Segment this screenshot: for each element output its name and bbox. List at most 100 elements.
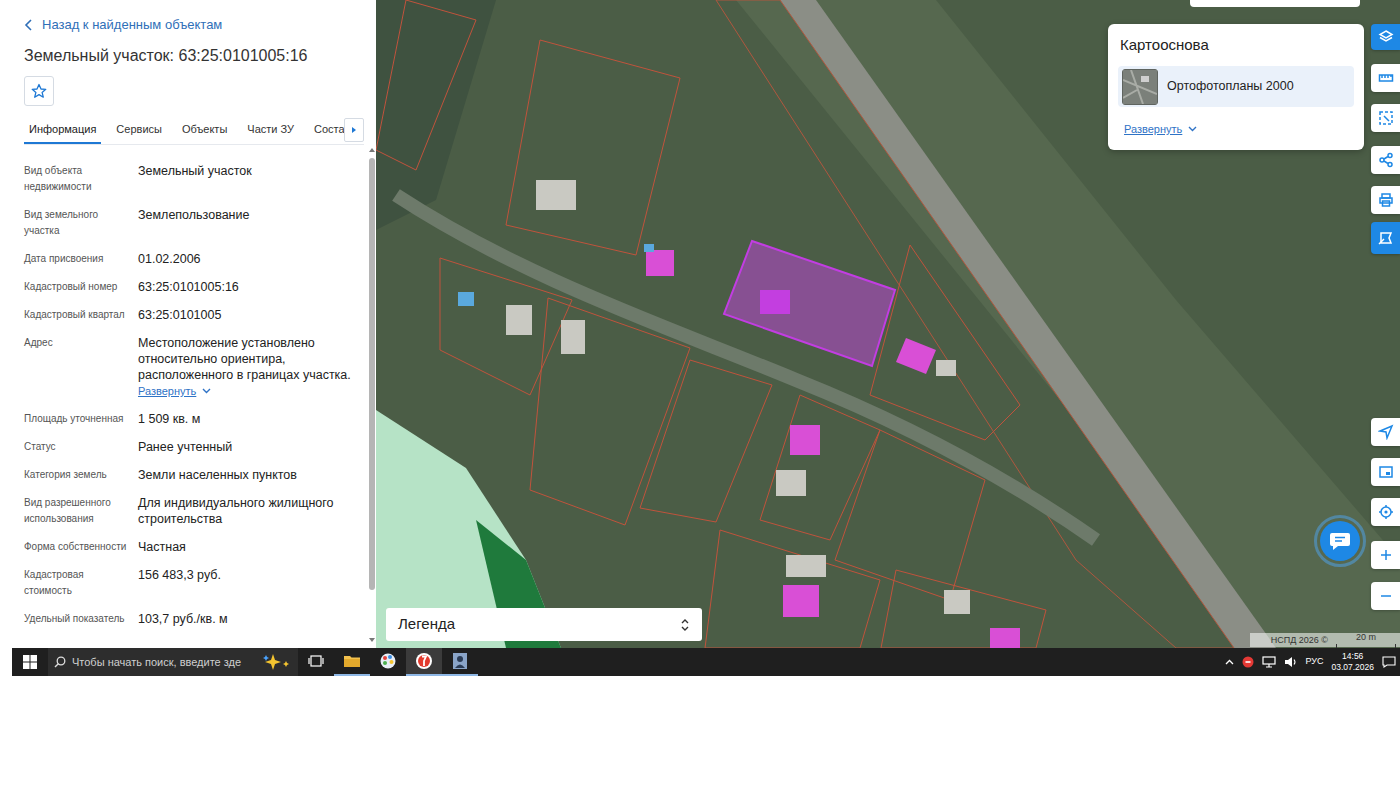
clock-date: 03.07.2026: [1331, 662, 1374, 673]
tab[interactable]: Объекты: [177, 116, 232, 144]
taskbar-search[interactable]: [48, 648, 298, 676]
expand-collapse-icon: [680, 618, 690, 632]
back-link-label: Назад к найденным объектам: [42, 16, 222, 34]
field-list: Вид объекта недвижимости Земельный участо…: [24, 163, 364, 639]
scale-label: 20 m: [1356, 630, 1376, 644]
browser-content: Назад к найденным объектам Земельный учас…: [0, 0, 1400, 648]
taskbar-app[interactable]: [370, 648, 406, 676]
basemap-option[interactable]: Ортофотопланы 2000: [1118, 66, 1354, 107]
field-label: Категория земель: [24, 467, 128, 483]
map-tool-button[interactable]: [1371, 541, 1400, 569]
field-value: 1 509 кв. м: [138, 411, 364, 427]
back-link[interactable]: Назад к найденным объектам: [24, 16, 364, 34]
favorite-button[interactable]: [24, 76, 54, 106]
field-value: 01.02.2006: [138, 251, 364, 267]
scale-line: [1336, 644, 1396, 648]
chat-icon: [1329, 531, 1351, 551]
tab-label: Информация: [29, 121, 96, 138]
map-tool-button[interactable]: [1371, 64, 1400, 92]
paint-icon: [379, 652, 397, 670]
field-value: Земли населенных пунктов: [138, 467, 364, 483]
tab-label: Объекты: [182, 121, 227, 138]
field-label: Вид объекта недвижимости: [24, 163, 128, 195]
map-tool-button[interactable]: [1371, 222, 1400, 254]
task-view-button[interactable]: [298, 648, 334, 676]
search-strip[interactable]: [1190, 0, 1360, 7]
map-tool-button[interactable]: [1371, 582, 1400, 610]
field-label: Вид разрешенного использования: [24, 495, 128, 527]
field-row: Площадь уточненная1 509 кв. м: [24, 411, 364, 439]
taskbar-app[interactable]: [442, 648, 478, 676]
print-icon: [1378, 192, 1394, 208]
object-title: Земельный участок: 63:25:0101005:16: [24, 46, 364, 66]
tab[interactable]: Сервисы: [111, 116, 167, 144]
field-value-text: 63:25:0101005: [138, 307, 364, 323]
antivirus-icon[interactable]: [1242, 656, 1254, 668]
basemap-expand-link[interactable]: Развернуть: [1118, 121, 1197, 138]
map-tool-button[interactable]: [1371, 418, 1400, 446]
pools: [458, 244, 654, 306]
field-row: СтатусРанее учтенный: [24, 439, 364, 467]
legend-label: Легенда: [398, 613, 455, 636]
tab[interactable]: Информация: [24, 116, 101, 144]
field-label: Статус: [24, 439, 128, 455]
search-input[interactable]: [72, 654, 256, 671]
clock[interactable]: 14:5603.07.2026: [1331, 651, 1374, 673]
field-row: Вид разрешенного использованияДля индиви…: [24, 495, 364, 539]
field-label: Кадастровый квартал: [24, 307, 128, 323]
legend-bar[interactable]: Легенда: [386, 608, 702, 641]
tab[interactable]: Части ЗУ: [242, 116, 299, 144]
notifications-icon[interactable]: [1382, 656, 1396, 668]
field-label: Адрес: [24, 335, 128, 399]
field-row: Вид объекта недвижимости Земельный участо…: [24, 163, 364, 207]
info-scroll[interactable]: Назад к найденным объектам Земельный учас…: [0, 0, 368, 648]
field-label: Кадастровая стоимость: [24, 567, 128, 599]
map-tool-button[interactable]: [1371, 146, 1400, 174]
map-tool-button[interactable]: [1371, 104, 1400, 132]
navigate-icon: [1378, 424, 1394, 440]
search-icon: [54, 656, 66, 668]
field-value: Частная: [138, 539, 364, 555]
field-value-text: 156 483,3 руб.: [138, 567, 364, 583]
volume-icon[interactable]: [1284, 656, 1297, 668]
scrollbar[interactable]: [368, 0, 376, 648]
zoom-in-icon: [1378, 547, 1394, 563]
basemap-panel: КартоосноваОртофотопланы 2000Развернуть: [1108, 24, 1364, 150]
taskbar: РУС 14:5603.07.2026: [12, 648, 1400, 676]
network-icon[interactable]: [1262, 656, 1276, 668]
field-value-text: Землепользование: [138, 207, 364, 223]
layers-icon: [1378, 29, 1394, 45]
map-tool-button[interactable]: [1371, 498, 1400, 526]
tray-expand-icon[interactable]: [1225, 659, 1234, 665]
field-value: Земельный участок: [138, 163, 364, 195]
start-button[interactable]: [12, 648, 48, 676]
expand-link[interactable]: Развернуть: [138, 383, 211, 399]
arrow-right-icon: [352, 127, 356, 133]
parcels: [376, 0, 1046, 648]
map-attribution: НСПД 2026 © 20 m: [1250, 633, 1400, 647]
taskbar-app[interactable]: [334, 648, 370, 676]
taskbar-app[interactable]: [406, 648, 442, 676]
chat-button[interactable]: [1314, 515, 1366, 567]
map-tool-button[interactable]: [1371, 186, 1400, 214]
road-parcel: [716, 0, 1234, 648]
scroll-thumb[interactable]: [369, 158, 375, 590]
star-icon: [31, 83, 47, 99]
map-tool-button[interactable]: [1371, 24, 1400, 50]
field-row: Удельный показатель103,7 руб./кв. м: [24, 611, 364, 639]
tabs-scroll-button[interactable]: [344, 118, 364, 142]
attribution-text: НСПД 2026 ©: [1271, 633, 1328, 647]
field-value-text: Земельный участок: [138, 163, 364, 179]
field-row: Дата присвоения01.02.2006: [24, 251, 364, 279]
zoom-out-icon: [1378, 588, 1394, 604]
basemap-option-label: Ортофотопланы 2000: [1167, 77, 1294, 96]
input-language[interactable]: РУС: [1305, 655, 1323, 669]
scroll-down-icon[interactable]: [369, 638, 375, 642]
map[interactable]: КартоосноваОртофотопланы 2000РазвернутьЛ…: [376, 0, 1400, 648]
trees: [376, 0, 496, 230]
field-value: 63:25:0101005:16: [138, 279, 364, 295]
map-tool-button[interactable]: [1371, 458, 1400, 486]
orthophoto-thumbnail: [1122, 69, 1158, 105]
scroll-up-icon[interactable]: [369, 148, 375, 152]
field-value: 103,7 руб./кв. м: [138, 611, 364, 627]
